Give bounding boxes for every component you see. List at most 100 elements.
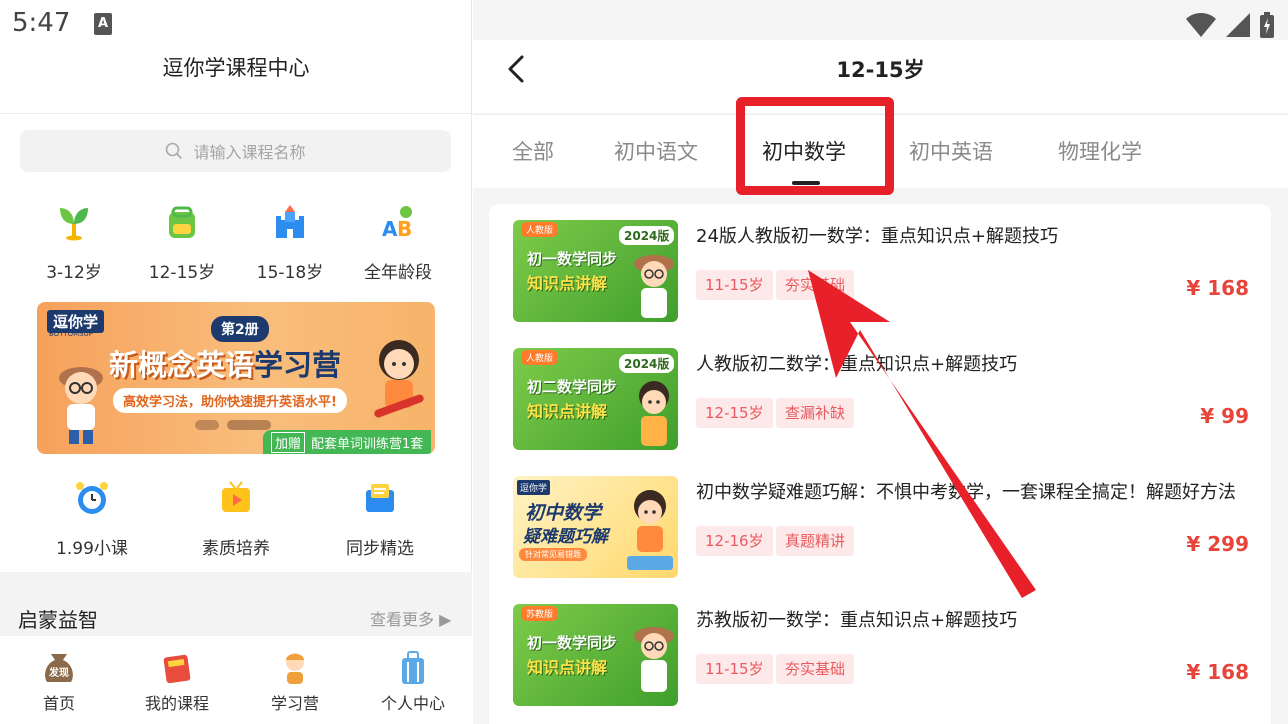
book-icon xyxy=(163,654,191,684)
nav-home[interactable]: 发现 首页 xyxy=(0,636,118,724)
feature-quality[interactable]: 素质培养 xyxy=(186,478,286,559)
course-price: ¥ 168 xyxy=(1186,276,1249,300)
thumb-line2: 知识点讲解 xyxy=(527,658,608,677)
tab-chinese[interactable]: 初中语文 xyxy=(614,136,698,166)
thumb-badge: 苏教版 xyxy=(521,606,559,621)
thumb-line2: 知识点讲解 xyxy=(527,274,608,293)
thumb-line1: 初二数学同步 xyxy=(527,378,618,396)
suitcase-icon xyxy=(402,651,424,684)
mailbox-icon xyxy=(366,484,394,512)
category-12-15[interactable]: 12-15岁 xyxy=(142,202,222,283)
banner-logo-sub: BOTTOMSUP xyxy=(49,330,93,338)
search-placeholder: 请输入课程名称 xyxy=(193,143,306,162)
status-icons xyxy=(1186,10,1274,40)
wifi-icon xyxy=(1186,13,1216,37)
course-title: 初中数学疑难题巧解：不惧中考数学，一套课程全搞定！解题好方法 xyxy=(696,482,1236,503)
alarm-clock-icon xyxy=(76,482,108,514)
banner-headline-b: 学习营 xyxy=(254,348,342,382)
course-tag: 真题精讲 xyxy=(776,526,855,556)
bottom-nav: 发现 首页 我的课程 学习营 个人中心 xyxy=(0,636,472,724)
castle-icon xyxy=(276,205,304,238)
search-input[interactable]: 请输入课程名称 xyxy=(20,130,451,172)
highlight-box xyxy=(736,97,894,195)
feature-199-class[interactable]: 1.99小课 xyxy=(42,478,142,559)
thumb-year: 2024版 xyxy=(619,226,675,245)
girl-illustration xyxy=(627,490,673,570)
svg-text:发现: 发现 xyxy=(48,666,69,679)
tab-english[interactable]: 初中英语 xyxy=(909,136,993,166)
course-price: ¥ 168 xyxy=(1186,660,1249,684)
see-more-link[interactable]: 查看更多 ▶ xyxy=(370,606,451,630)
thumb-line1: 初一数学同步 xyxy=(527,634,618,652)
backpack-icon xyxy=(169,206,195,238)
page-title: 12-15岁 xyxy=(836,58,925,82)
nav-my-courses[interactable]: 我的课程 xyxy=(118,636,236,724)
course-tag: 夯实基础 xyxy=(776,654,855,684)
course-title: 24版人教版初一数学：重点知识点+解题技巧 xyxy=(696,226,1058,247)
course-tag: 12-15岁 xyxy=(696,398,773,428)
banner-gift: 加赠 配套单词训练营1套 xyxy=(263,430,432,454)
course-tag: 夯实基础 xyxy=(776,270,855,300)
sprout-icon xyxy=(60,208,88,241)
course-tag: 12-16岁 xyxy=(696,526,773,556)
course-thumbnail: 苏教版 初一数学同步 知识点讲解 xyxy=(513,604,678,706)
banner-subline: 高效学习法，助你快速提升英语水平! xyxy=(113,388,347,413)
category-15-18[interactable]: 15-18岁 xyxy=(250,202,330,283)
nav-label: 学习营 xyxy=(270,694,319,713)
category-label: 3-12岁 xyxy=(46,263,102,283)
category-all-ages[interactable]: A B 全年龄段 xyxy=(358,202,438,283)
course-thumbnail: 人教版 2024版 初二数学同步 知识点讲解 xyxy=(513,348,678,450)
course-price: ¥ 299 xyxy=(1186,532,1249,556)
category-label: 全年龄段 xyxy=(364,263,432,283)
nav-study-camp[interactable]: 学习营 xyxy=(236,636,354,724)
course-price: ¥ 99 xyxy=(1200,404,1249,428)
battery-icon xyxy=(1260,12,1274,38)
course-tag: 11-15岁 xyxy=(696,654,773,684)
thumb-line1: 初一数学同步 xyxy=(527,250,618,268)
tv-play-icon xyxy=(222,481,250,512)
banner-gift-text: 配套单词训练营1套 xyxy=(311,436,424,452)
signal-icon xyxy=(1226,13,1250,37)
category-3-12[interactable]: 3-12岁 xyxy=(34,202,114,283)
student-illustration xyxy=(634,627,674,692)
course-item[interactable]: 逗你学 初中数学 疑难题巧解 针对常见易错题 初中数学疑难题巧解：不惧中考数学，… xyxy=(513,476,1249,578)
tab-all[interactable]: 全部 xyxy=(512,136,554,166)
svg-text:A: A xyxy=(382,217,398,241)
left-page-title: 逗你学课程中心 xyxy=(162,56,310,80)
category-label: 12-15岁 xyxy=(148,263,216,283)
banner-gift-tag: 加赠 xyxy=(271,431,306,453)
feature-label: 1.99小课 xyxy=(56,539,128,559)
section-title: 启蒙益智 xyxy=(18,608,98,632)
course-item[interactable]: 人教版 2024版 初二数学同步 知识点讲解 人教版初二数学：重点知识点+解题技… xyxy=(513,348,1249,450)
student-illustration xyxy=(639,381,669,446)
feature-label: 同步精选 xyxy=(346,539,414,559)
feature-label: 素质培养 xyxy=(202,539,270,559)
student-illustration xyxy=(634,255,674,318)
nav-profile[interactable]: 个人中心 xyxy=(354,636,472,724)
course-tag: 11-15岁 xyxy=(696,270,773,300)
boy-illustration xyxy=(59,367,103,444)
nav-label: 首页 xyxy=(42,694,75,713)
course-item[interactable]: 人教版 2024版 初一数学同步 知识点讲解 24版人教版初一数学：重点知识点+… xyxy=(513,220,1249,322)
nav-label: 个人中心 xyxy=(380,694,445,713)
thumb-line1: 初中数学 xyxy=(525,502,602,524)
feature-sync[interactable]: 同步精选 xyxy=(330,478,430,559)
status-time: 5:47 xyxy=(12,8,71,38)
girl-illustration xyxy=(374,340,424,418)
course-thumbnail: 逗你学 初中数学 疑难题巧解 针对常见易错题 xyxy=(513,476,678,578)
course-thumbnail: 人教版 2024版 初一数学同步 知识点讲解 xyxy=(513,220,678,322)
thumb-badge: 人教版 xyxy=(521,350,559,365)
promo-banner[interactable]: 逗你学 BOTTOMSUP 第2册 新概念英语学习营 高效学习法，助你快速提升英… xyxy=(37,302,435,454)
svg-text:B: B xyxy=(397,217,412,241)
divider xyxy=(0,113,472,114)
abc-blocks-icon: A B xyxy=(382,206,412,241)
thumb-line2: 知识点讲解 xyxy=(527,402,608,421)
search-icon xyxy=(166,142,183,160)
category-label: 15-18岁 xyxy=(256,263,324,283)
banner-headline-a: 新概念英语 xyxy=(109,348,255,382)
thumb-badge: 人教版 xyxy=(521,222,559,237)
thumb-line2: 疑难题巧解 xyxy=(523,527,608,547)
tab-physics-chemistry[interactable]: 物理化学 xyxy=(1058,136,1142,166)
thumb-year: 2024版 xyxy=(619,354,675,373)
course-item[interactable]: 苏教版 初一数学同步 知识点讲解 苏教版初一数学：重点知识点+解题技巧 11-1… xyxy=(513,604,1249,706)
